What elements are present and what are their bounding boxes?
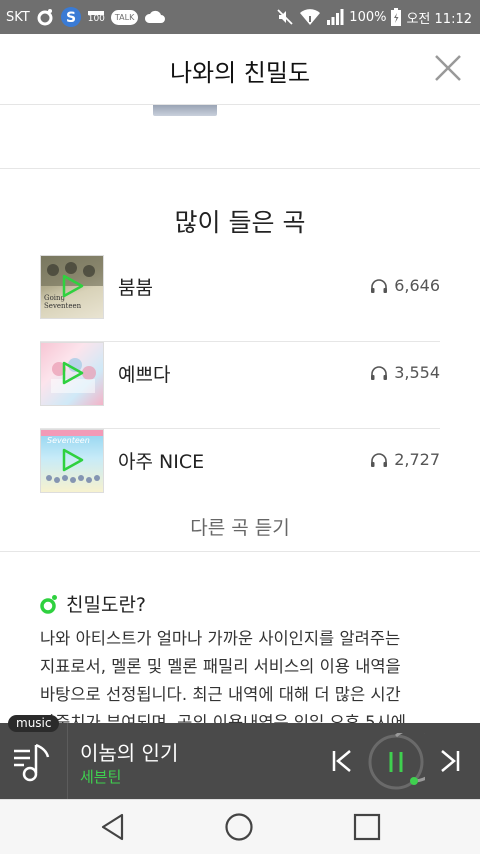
play-count: 6,646 bbox=[370, 276, 440, 295]
song-row[interactable]: Seventeen 아주 NICE 2,727 bbox=[40, 429, 440, 515]
album-cover[interactable]: Going Seventeen bbox=[40, 255, 104, 319]
section-divider bbox=[0, 551, 480, 552]
content-scroll[interactable]: 많이 들은 곡 Going Seventeen 붐붐 6,646 예쁘다 3,5… bbox=[0, 105, 480, 723]
pause-icon bbox=[368, 727, 442, 790]
talk-icon: TALK bbox=[110, 9, 139, 25]
s-app-icon: S bbox=[60, 6, 82, 28]
player-divider bbox=[67, 723, 68, 799]
play-icon[interactable] bbox=[61, 447, 85, 473]
playlist-icon bbox=[14, 743, 50, 782]
now-playing-title[interactable]: 이놈의 인기 bbox=[80, 737, 178, 766]
play-icon[interactable] bbox=[61, 273, 85, 299]
battery-percent: 100% bbox=[349, 9, 387, 25]
now-playing-artist[interactable]: 세븐틴 bbox=[80, 766, 121, 787]
home-icon bbox=[225, 813, 253, 841]
wifi-icon bbox=[299, 8, 321, 26]
status-bar: SKT S 100 TALK 100% 오전 11:12 bbox=[0, 0, 480, 34]
svg-text:S: S bbox=[66, 10, 76, 26]
recent-apps-icon bbox=[353, 813, 381, 841]
close-button[interactable] bbox=[432, 52, 464, 84]
song-title[interactable]: 붐붐 bbox=[118, 273, 153, 300]
cover-text-line: Seventeen bbox=[47, 436, 90, 445]
badge-100-label: 100 bbox=[87, 13, 105, 24]
previous-button[interactable] bbox=[330, 749, 354, 773]
melon-app-icon bbox=[36, 8, 54, 26]
intimacy-info-heading: 친밀도란? bbox=[40, 590, 146, 617]
song-row[interactable]: Going Seventeen 붐붐 6,646 bbox=[40, 255, 440, 342]
info-line: 바탕으로 선정됩니다. 최근 내역에 대해 더 많은 시간 bbox=[40, 685, 401, 704]
headphones-icon bbox=[371, 278, 388, 293]
headphones-icon bbox=[371, 365, 388, 380]
info-line: 가중치가 부여되며, 곡의 이용내역은 익일 오후 5시에 bbox=[40, 713, 406, 723]
music-tag: music bbox=[8, 715, 60, 732]
previous-icon bbox=[332, 750, 351, 772]
cover-text-line: Seventeen bbox=[44, 302, 82, 310]
talk-label: TALK bbox=[114, 12, 135, 22]
play-count: 2,727 bbox=[370, 450, 440, 469]
partial-album-image bbox=[153, 105, 217, 116]
system-nav-bar bbox=[0, 799, 480, 854]
calendar-100-icon: 100 bbox=[87, 10, 105, 24]
section-divider bbox=[0, 168, 480, 169]
headphones-icon bbox=[371, 452, 388, 467]
play-icon[interactable] bbox=[61, 360, 85, 386]
signal-icon bbox=[326, 8, 344, 26]
pause-button[interactable] bbox=[367, 727, 442, 791]
song-row[interactable]: 예쁘다 3,554 bbox=[40, 342, 440, 429]
play-count-value: 2,727 bbox=[394, 450, 440, 469]
back-button[interactable] bbox=[98, 812, 128, 842]
close-icon bbox=[435, 55, 461, 81]
next-button[interactable] bbox=[438, 749, 462, 773]
next-icon bbox=[441, 750, 460, 772]
play-count-value: 6,646 bbox=[394, 276, 440, 295]
info-line: 나와 아티스트가 얼마나 가까운 사이인지를 알려주는 bbox=[40, 629, 401, 648]
most-played-list: Going Seventeen 붐붐 6,646 예쁘다 3,554 Seven… bbox=[40, 255, 440, 515]
clock: 오전 11:12 bbox=[406, 11, 472, 27]
most-played-title: 많이 들은 곡 bbox=[174, 208, 306, 237]
intimacy-info-body: 나와 아티스트가 얼마나 가까운 사이인지를 알려주는 지표로서, 멜론 및 멜… bbox=[40, 625, 445, 723]
carrier-label: SKT bbox=[6, 9, 30, 25]
recent-apps-button[interactable] bbox=[352, 812, 382, 842]
mini-player[interactable]: music 이놈의 인기 세븐틴 bbox=[0, 715, 480, 799]
page-header: 나와의 친밀도 bbox=[0, 34, 480, 105]
battery-icon bbox=[391, 8, 402, 26]
playlist-button[interactable] bbox=[10, 741, 56, 785]
mute-icon bbox=[276, 8, 294, 26]
page-title: 나와의 친밀도 bbox=[169, 59, 311, 87]
album-cover[interactable]: Seventeen bbox=[40, 429, 104, 493]
play-count-value: 3,554 bbox=[394, 363, 440, 382]
back-icon bbox=[101, 813, 124, 841]
more-songs-link[interactable]: 다른 곡 듣기 bbox=[0, 513, 480, 540]
melon-logo-icon bbox=[40, 594, 57, 614]
intimacy-info-title: 친밀도란? bbox=[66, 594, 147, 616]
song-title[interactable]: 예쁘다 bbox=[118, 360, 170, 387]
song-title[interactable]: 아주 NICE bbox=[118, 447, 204, 474]
cloud-icon bbox=[144, 10, 166, 24]
album-cover[interactable] bbox=[40, 342, 104, 406]
home-button[interactable] bbox=[224, 812, 254, 842]
info-line: 지표로서, 멜론 및 멜론 패밀리 서비스의 이용 내역을 bbox=[40, 657, 401, 676]
play-count: 3,554 bbox=[370, 363, 440, 382]
